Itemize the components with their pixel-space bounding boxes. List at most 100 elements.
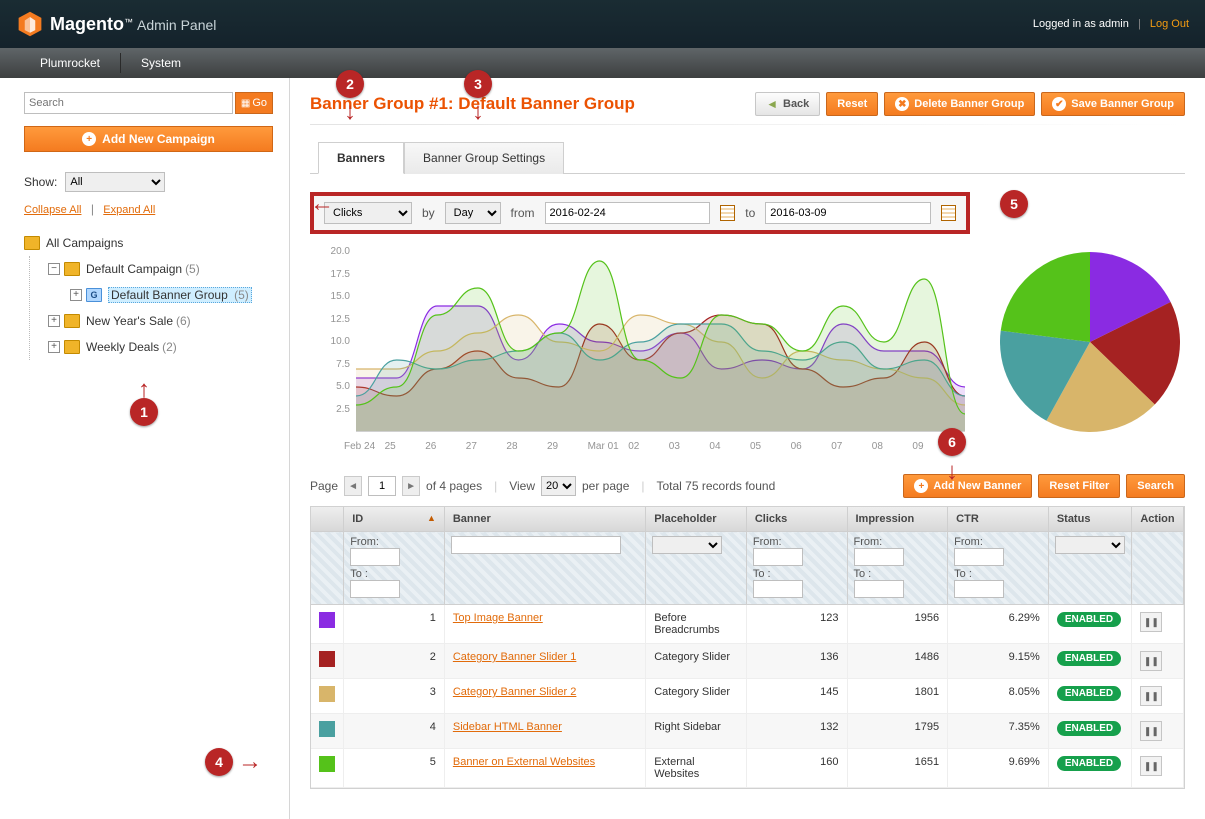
add-campaign-label: Add New Campaign (102, 132, 215, 146)
pause-button[interactable]: ❚❚ (1140, 756, 1162, 776)
table-row[interactable]: 2Category Banner Slider 1Category Slider… (311, 644, 1184, 679)
filter-id-from[interactable] (350, 548, 400, 566)
tree-count: (6) (176, 314, 191, 328)
collapse-all-link[interactable]: Collapse All (24, 204, 81, 216)
col-ctr[interactable]: CTR (948, 507, 1049, 532)
tree-root[interactable]: All Campaigns (24, 230, 273, 256)
table-row[interactable]: 1Top Image BannerBefore Breadcrumbs12319… (311, 605, 1184, 644)
filter-impr-to[interactable] (854, 580, 904, 598)
filter-id-to[interactable] (350, 580, 400, 598)
grid-search-button[interactable]: Search (1126, 474, 1185, 498)
menu-plumrocket[interactable]: Plumrocket (20, 56, 120, 70)
from-label: From: (854, 536, 892, 548)
y-axis-tick: 5.0 (314, 381, 350, 392)
delete-button[interactable]: ✖Delete Banner Group (884, 92, 1035, 116)
of-pages-label: of 4 pages (426, 479, 482, 493)
page-prev-button[interactable]: ◄ (344, 476, 362, 496)
cell-impression: 1651 (847, 749, 948, 788)
cell-ctr: 8.05% (948, 679, 1049, 714)
banner-link[interactable]: Banner on External Websites (453, 756, 595, 768)
banner-link[interactable]: Category Banner Slider 1 (453, 651, 577, 663)
filter-impr-from[interactable] (854, 548, 904, 566)
add-campaign-button[interactable]: + Add New Campaign (24, 126, 273, 152)
expand-all-link[interactable]: Expand All (103, 204, 155, 216)
reset-button[interactable]: Reset (826, 92, 878, 116)
delete-label: Delete Banner Group (914, 98, 1024, 110)
pause-button[interactable]: ❚❚ (1140, 651, 1162, 671)
tree-label: Default Campaign (86, 262, 182, 276)
show-select[interactable]: All (65, 172, 165, 192)
cell-clicks: 136 (746, 644, 847, 679)
filter-ctr-to[interactable] (954, 580, 1004, 598)
table-row[interactable]: 4Sidebar HTML BannerRight Sidebar1321795… (311, 714, 1184, 749)
tree-label: Default Banner Group (111, 288, 228, 302)
annotation-bubble: 4 (205, 748, 233, 776)
col-clicks[interactable]: Clicks (746, 507, 847, 532)
to-label: to (745, 206, 755, 220)
banner-link[interactable]: Sidebar HTML Banner (453, 721, 562, 733)
add-banner-button[interactable]: +Add New Banner (903, 474, 1032, 498)
pause-button[interactable]: ❚❚ (1140, 686, 1162, 706)
expand-icon[interactable]: + (48, 315, 60, 327)
date-from-input[interactable] (545, 202, 711, 224)
filter-clicks-to[interactable] (753, 580, 803, 598)
expand-icon[interactable]: + (70, 289, 82, 301)
tab-banners[interactable]: Banners (318, 142, 404, 174)
metric-select[interactable]: Clicks (324, 202, 412, 224)
plus-icon: + (82, 132, 96, 146)
collapse-icon[interactable]: − (48, 263, 60, 275)
reset-filter-button[interactable]: Reset Filter (1038, 474, 1120, 498)
search-icon: ▦ (241, 98, 250, 109)
series-color-swatch (319, 612, 335, 628)
period-select[interactable]: Day (445, 202, 501, 224)
col-placeholder[interactable]: Placeholder (646, 507, 747, 532)
filter-banner[interactable] (451, 536, 621, 554)
filter-placeholder[interactable] (652, 536, 722, 554)
x-axis-tick: 03 (669, 441, 680, 452)
line-chart: 20.017.515.012.510.07.55.02.5Feb 2425262… (310, 252, 965, 452)
tree-node-default-banner-group[interactable]: + G Default Banner Group (5) (30, 282, 273, 308)
page-next-button[interactable]: ► (402, 476, 420, 496)
status-badge: ENABLED (1057, 612, 1121, 627)
col-banner[interactable]: Banner (444, 507, 645, 532)
col-status[interactable]: Status (1048, 507, 1132, 532)
expand-icon[interactable]: + (48, 341, 60, 353)
check-icon: ✔ (1052, 97, 1066, 111)
back-button[interactable]: ◄Back (755, 92, 820, 116)
total-records-label: Total 75 records found (657, 479, 776, 493)
filter-clicks-from[interactable] (753, 548, 803, 566)
cell-impression: 1956 (847, 605, 948, 644)
tree-node-newyear[interactable]: + New Year's Sale (6) (30, 308, 273, 334)
tree-node-weeklydeals[interactable]: + Weekly Deals (2) (30, 334, 273, 360)
logout-link[interactable]: Log Out (1150, 18, 1189, 30)
date-to-input[interactable] (765, 202, 931, 224)
calendar-icon[interactable] (941, 205, 956, 221)
banner-link[interactable]: Category Banner Slider 2 (453, 686, 577, 698)
menu-system[interactable]: System (121, 56, 201, 70)
cell-placeholder: Right Sidebar (646, 714, 747, 749)
pause-button[interactable]: ❚❚ (1140, 612, 1162, 632)
calendar-icon[interactable] (720, 205, 735, 221)
logged-in-prefix: Logged in as (1033, 18, 1096, 30)
tab-settings[interactable]: Banner Group Settings (404, 142, 564, 174)
search-input[interactable] (24, 92, 233, 114)
y-axis-tick: 12.5 (314, 314, 350, 325)
banner-link[interactable]: Top Image Banner (453, 612, 543, 624)
tree-count: (5) (234, 288, 249, 302)
filter-status[interactable] (1055, 536, 1125, 554)
pause-button[interactable]: ❚❚ (1140, 721, 1162, 741)
cell-placeholder: Category Slider (646, 644, 747, 679)
per-page-select[interactable]: 20 (541, 476, 576, 496)
table-row[interactable]: 5Banner on External WebsitesExternal Web… (311, 749, 1184, 788)
search-go-button[interactable]: ▦ Go (235, 92, 273, 114)
filter-ctr-from[interactable] (954, 548, 1004, 566)
cell-id: 4 (344, 714, 445, 749)
table-row[interactable]: 3Category Banner Slider 2Category Slider… (311, 679, 1184, 714)
col-id[interactable]: ID▲ (344, 507, 445, 532)
sort-asc-icon: ▲ (427, 513, 436, 523)
col-impression[interactable]: Impression (847, 507, 948, 532)
save-button[interactable]: ✔Save Banner Group (1041, 92, 1185, 116)
page-input[interactable] (368, 476, 396, 496)
tree-node-default-campaign[interactable]: − Default Campaign (5) (30, 256, 273, 282)
series-color-swatch (319, 686, 335, 702)
